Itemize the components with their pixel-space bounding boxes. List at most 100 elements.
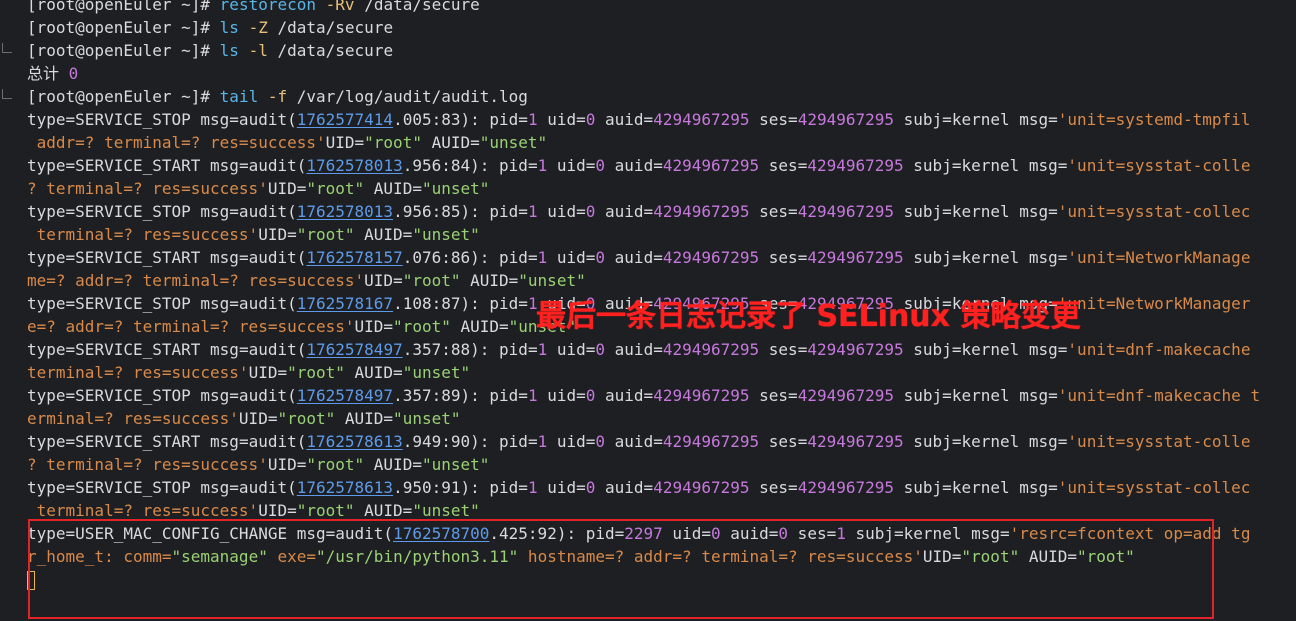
shell-prompt: [root@openEuler ~]# — [27, 0, 211, 14]
syntax-token: ses= — [759, 340, 808, 359]
command-line: [root@openEuler ~]# ls -Z /data/secure — [27, 16, 1296, 39]
audit-timestamp-ms: .076 — [402, 248, 442, 267]
audit-type: SERVICE_STOP — [75, 202, 191, 221]
syntax-token: auid= — [595, 478, 654, 497]
syntax-token: auid= — [605, 248, 663, 267]
audit-msg-tail: addr=? terminal=? res=success' — [27, 133, 326, 152]
syntax-token: subj= — [894, 202, 952, 221]
audit-pid: 1 — [527, 478, 538, 497]
audit-subj: kernel — [961, 248, 1020, 267]
syntax-token: type= — [27, 202, 76, 221]
audit-auid-name: "unset" — [421, 179, 490, 198]
syntax-token — [316, 0, 326, 14]
audit-log-continuation: terminal=? res=success'UID="root" AUID="… — [27, 223, 1296, 246]
audit-ses: 4294967295 — [807, 432, 904, 451]
audit-sequence: :91 — [431, 478, 461, 497]
fold-marker-icon — [2, 89, 12, 99]
audit-msg-tail: terminal=? res=success' — [27, 501, 259, 520]
audit-msg: 'unit=sysstat-collec — [1057, 202, 1251, 221]
syntax-token: uid= — [547, 156, 596, 175]
audit-msg: 'unit=NetworkManager — [1057, 294, 1251, 313]
audit-type: SERVICE_STOP — [75, 386, 191, 405]
command-argument: /data/secure — [364, 0, 480, 14]
syntax-token: ): pid= — [460, 110, 528, 129]
syntax-token: subj= — [903, 340, 962, 359]
audit-log-line: type=SERVICE_STOP msg=audit(1762578613.9… — [27, 476, 1296, 499]
syntax-token: AUID= — [335, 409, 394, 428]
audit-msg-tail: ? terminal=? res=success' — [27, 179, 268, 198]
syntax-token: ses= — [759, 432, 808, 451]
syntax-token: ): pid= — [470, 340, 538, 359]
syntax-token: subj= — [903, 432, 962, 451]
audit-sequence: :88 — [441, 340, 471, 359]
audit-auid-name: "unset" — [421, 455, 490, 474]
command-flag: -f — [267, 87, 288, 106]
syntax-token: type= — [27, 110, 76, 129]
syntax-token: type= — [27, 156, 76, 175]
syntax-token: AUID= — [354, 225, 413, 244]
audit-msg: 'unit=sysstat-colle — [1067, 432, 1251, 451]
audit-msg: 'unit=NetworkManage — [1067, 248, 1251, 267]
audit-type: SERVICE_STOP — [75, 294, 191, 313]
audit-ses: 4294967295 — [807, 156, 904, 175]
audit-auid: 4294967295 — [662, 156, 760, 175]
syntax-token: subj= — [894, 478, 952, 497]
audit-timestamp-ms: .357 — [402, 340, 442, 359]
audit-auid-name: "unset" — [402, 363, 471, 382]
audit-auid-name: "unset" — [393, 409, 461, 428]
audit-log-continuation: ? terminal=? res=success'UID="root" AUID… — [27, 177, 1296, 200]
syntax-token — [210, 41, 220, 60]
audit-subj: kernel — [961, 340, 1020, 359]
audit-timestamp: 1762578013 — [296, 202, 394, 221]
audit-msg-tail: erminal=? res=success' — [27, 409, 239, 428]
syntax-token — [210, 87, 220, 106]
syntax-token: subj= — [903, 156, 962, 175]
audit-auid: 4294967295 — [662, 432, 760, 451]
audit-log-continuation: me=? addr=? terminal=? res=success'UID="… — [27, 269, 1296, 292]
audit-type: SERVICE_STOP — [75, 478, 191, 497]
audit-uid-name: "root" — [364, 133, 422, 152]
command-argument: /data/secure — [277, 18, 394, 37]
syntax-token: UID= — [267, 455, 307, 474]
syntax-token: msg=audit( — [200, 248, 307, 267]
syntax-token: type= — [27, 340, 76, 359]
audit-auid: 4294967295 — [653, 478, 750, 497]
syntax-token — [355, 0, 365, 14]
syntax-token: subj= — [903, 248, 962, 267]
syntax-token: msg=audit( — [190, 110, 297, 129]
audit-timestamp-ms: .956 — [393, 202, 432, 221]
syntax-token: AUID= — [364, 455, 422, 474]
syntax-token: type= — [27, 248, 76, 267]
syntax-token: type= — [27, 294, 76, 313]
audit-timestamp-ms: .949 — [402, 432, 442, 451]
syntax-token: ): pid= — [460, 386, 528, 405]
audit-msg-tail: terminal=? res=success' — [27, 363, 249, 382]
audit-uid: 0 — [595, 340, 606, 359]
command-flag: -Z — [248, 18, 268, 37]
audit-uid-name: "root" — [402, 271, 461, 290]
syntax-token: UID= — [267, 179, 307, 198]
audit-auid-name: "unset" — [518, 271, 586, 290]
audit-log-line: type=SERVICE_STOP msg=audit(1762578497.3… — [27, 384, 1296, 407]
audit-sequence: :87 — [431, 294, 461, 313]
shell-prompt: [root@openEuler ~]# — [27, 18, 211, 37]
shell-prompt: [root@openEuler ~]# — [27, 87, 211, 106]
audit-pid: 1 — [537, 340, 548, 359]
syntax-token: ): pid= — [470, 432, 538, 451]
syntax-token: AUID= — [421, 133, 480, 152]
audit-timestamp: 1762578613 — [306, 432, 403, 451]
audit-timestamp: 1762578613 — [296, 478, 394, 497]
syntax-token — [59, 64, 69, 83]
audit-log-continuation: erminal=? res=success'UID="root" AUID="u… — [27, 407, 1296, 430]
syntax-token: msg= — [1019, 248, 1068, 267]
syntax-token — [210, 18, 220, 37]
audit-timestamp-ms: .005 — [393, 110, 432, 129]
syntax-token: uid= — [547, 340, 596, 359]
fold-marker-icon — [2, 43, 12, 53]
syntax-token: auid= — [595, 110, 654, 129]
syntax-token — [239, 18, 249, 37]
audit-msg-tail: ? terminal=? res=success' — [27, 455, 268, 474]
audit-uid: 0 — [595, 248, 606, 267]
audit-log-continuation: addr=? terminal=? res=success'UID="root"… — [27, 131, 1296, 154]
syntax-token: msg= — [1009, 202, 1058, 221]
